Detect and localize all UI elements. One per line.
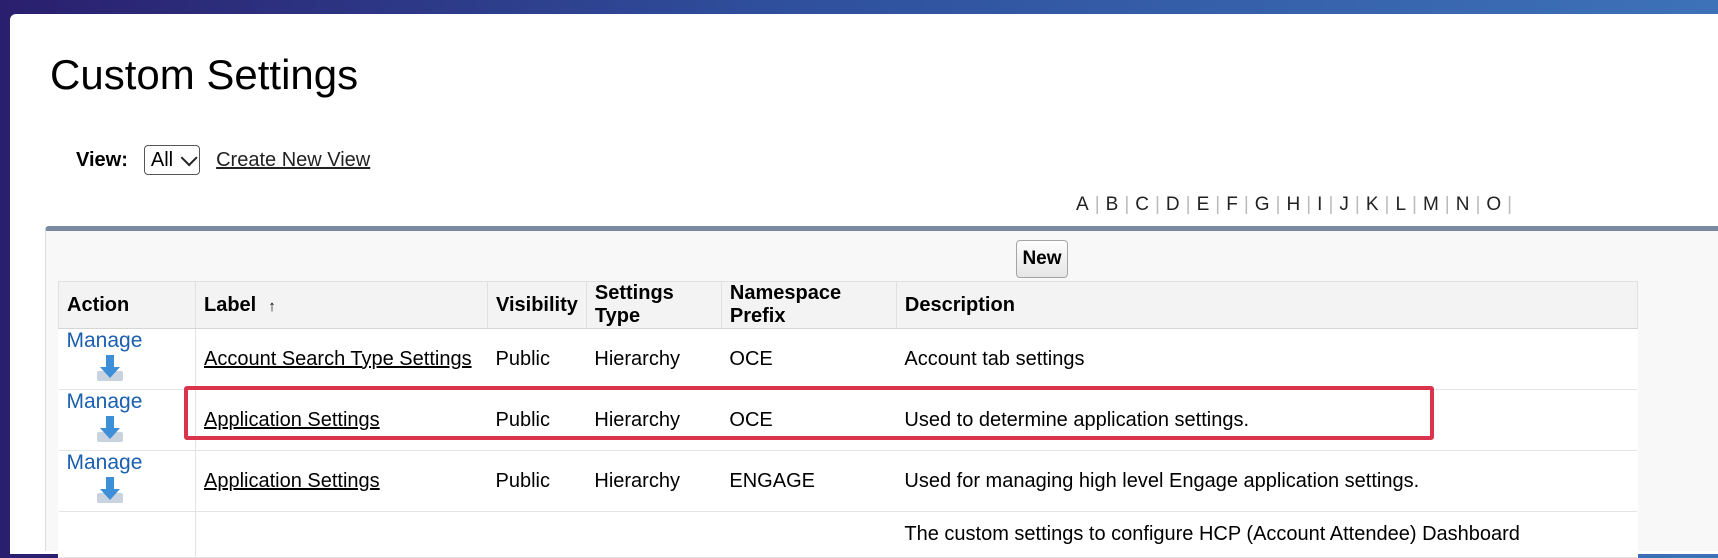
alpha-letter[interactable]: B — [1100, 194, 1125, 216]
alpha-letter[interactable]: L — [1389, 194, 1412, 216]
row-label-link[interactable]: Application Settings — [204, 470, 380, 492]
new-button[interactable]: New — [1016, 240, 1068, 278]
alpha-letter[interactable]: K — [1360, 194, 1385, 216]
alpha-letter[interactable]: G — [1249, 194, 1276, 216]
download-icon[interactable] — [95, 475, 125, 511]
row-namespace: OCE — [721, 389, 897, 451]
view-label: View: — [76, 148, 128, 171]
alpha-letter[interactable]: F — [1220, 194, 1244, 216]
row-visibility — [487, 511, 587, 558]
row-action-cell: Manage — [58, 389, 196, 451]
view-bar: View: All Create New View — [76, 145, 370, 175]
column-header-label-text: Label — [204, 293, 257, 316]
alpha-letter[interactable]: E — [1191, 194, 1216, 216]
row-settings-type: Hierarchy — [586, 389, 722, 451]
alpha-letter[interactable]: D — [1160, 194, 1186, 216]
alpha-letter[interactable]: J — [1333, 194, 1355, 216]
alpha-letter[interactable]: I — [1311, 194, 1328, 216]
row-label-link[interactable]: Application Settings — [204, 409, 380, 431]
row-settings-type — [586, 511, 722, 558]
table-row: Manage Account Search Type Settings Publ… — [58, 328, 1638, 390]
row-description: Used to determine application settings. — [896, 389, 1638, 451]
sort-ascending-icon: ↑ — [268, 297, 276, 315]
row-settings-type: Hierarchy — [586, 328, 722, 390]
alpha-letter[interactable]: C — [1129, 194, 1155, 216]
row-label: Application Settings — [195, 389, 488, 451]
list-panel: New Action Label ↑ Visibility Settings Ty… — [45, 226, 1718, 558]
alpha-letter[interactable]: O — [1480, 194, 1507, 216]
alpha-letter[interactable]: N — [1450, 194, 1476, 216]
row-settings-type: Hierarchy — [586, 450, 722, 512]
row-namespace — [721, 511, 897, 558]
row-label — [195, 511, 488, 558]
manage-link[interactable]: Manage — [67, 329, 143, 352]
row-namespace: ENGAGE — [721, 450, 897, 512]
row-action-cell — [58, 511, 196, 558]
chevron-down-icon — [180, 149, 198, 167]
table-row: Manage Application Settings Public Hiera… — [58, 450, 1638, 512]
alphabet-filter: A | B | C | D | E | F | G | H | I | J | K | L | M | N… — [1070, 194, 1512, 216]
manage-link[interactable]: Manage — [67, 451, 143, 474]
table-row: The custom settings to configure HCP (Ac… — [58, 511, 1638, 558]
alpha-letter[interactable]: M — [1417, 194, 1445, 216]
row-visibility: Public — [487, 389, 587, 451]
row-description: Account tab settings — [896, 328, 1638, 390]
row-action-cell: Manage — [58, 328, 196, 390]
page-title: Custom Settings — [50, 51, 359, 98]
view-select[interactable]: All — [143, 145, 201, 175]
row-label: Account Search Type Settings — [195, 328, 488, 390]
row-label: Application Settings — [195, 450, 488, 512]
manage-link[interactable]: Manage — [67, 390, 143, 413]
column-header-label[interactable]: Label ↑ — [195, 281, 488, 329]
column-header-settings-type: Settings Type — [585, 281, 722, 329]
row-visibility: Public — [487, 328, 587, 390]
alpha-letter[interactable]: A — [1070, 194, 1095, 216]
row-action-cell: Manage — [58, 450, 196, 512]
create-new-view-link[interactable]: Create New View — [216, 149, 370, 172]
view-selected-value: All — [150, 148, 174, 171]
custom-settings-table: Action Label ↑ Visibility Settings Type N… — [58, 281, 1638, 558]
table-header-row: Action Label ↑ Visibility Settings Type N… — [58, 281, 1638, 329]
download-icon[interactable] — [95, 414, 125, 450]
alpha-letter[interactable]: H — [1280, 194, 1306, 216]
column-header-action: Action — [58, 281, 196, 329]
row-description: The custom settings to configure HCP (Ac… — [896, 511, 1638, 558]
column-header-namespace: Namespace Prefix — [720, 281, 897, 329]
row-visibility: Public — [487, 450, 587, 512]
column-header-description: Description — [895, 281, 1638, 329]
custom-settings-page: Custom Settings View: All Create New Vie… — [10, 14, 1718, 558]
download-icon[interactable] — [95, 353, 125, 389]
row-label-link[interactable]: Account Search Type Settings — [204, 348, 472, 370]
column-header-visibility: Visibility — [487, 281, 587, 329]
row-description: Used for managing high level Engage appl… — [896, 450, 1638, 512]
table-row: Manage Application Settings Public Hiera… — [58, 389, 1638, 451]
row-namespace: OCE — [721, 328, 897, 390]
